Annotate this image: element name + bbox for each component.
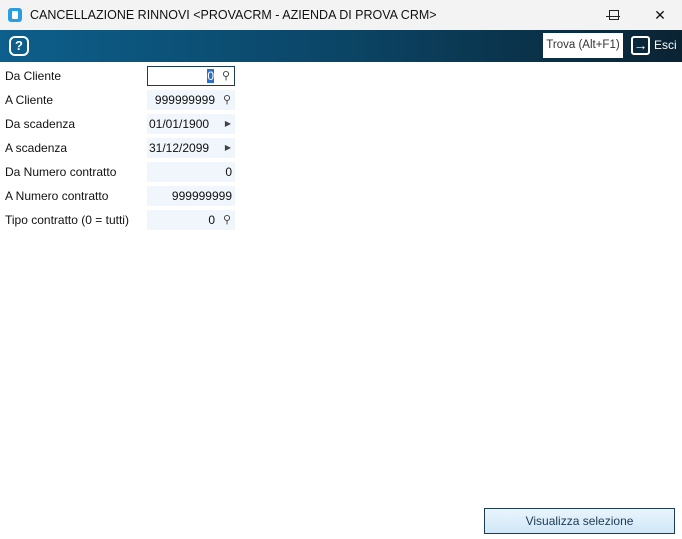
caret-right-icon[interactable]: ▶ <box>225 138 231 158</box>
field-value: 999999999 <box>154 93 215 107</box>
form-row-a-cliente: A Cliente 999999999 ⚲ <box>0 90 240 110</box>
field-value: 01/01/1900 <box>149 117 210 131</box>
caret-right-icon[interactable]: ▶ <box>225 114 231 134</box>
search-icon[interactable]: ⚲ <box>223 90 231 110</box>
field-value: 0 <box>208 213 215 227</box>
app-icon <box>8 8 22 22</box>
field-value: 31/12/2099 <box>149 141 210 155</box>
form-row-tipo-contratto: Tipo contratto (0 = tutti) 0 ⚲ <box>0 210 240 230</box>
a-scadenza-input[interactable]: 31/12/2099 ▶ <box>147 138 235 158</box>
form-row-a-scadenza: A scadenza 31/12/2099 ▶ <box>0 138 240 158</box>
field-label: A Numero contratto <box>5 189 109 203</box>
form-row-da-scadenza: Da scadenza 01/01/1900 ▶ <box>0 114 240 134</box>
tipo-contratto-input[interactable]: 0 ⚲ <box>147 210 235 230</box>
field-value: 999999999 <box>171 189 232 203</box>
field-value: 0 <box>225 165 232 179</box>
exit-button[interactable]: Esci <box>654 38 677 52</box>
form-row-da-cliente: Da Cliente 0 ⚲ <box>0 66 240 86</box>
field-label: Da Cliente <box>5 69 62 83</box>
da-scadenza-input[interactable]: 01/01/1900 ▶ <box>147 114 235 134</box>
close-button[interactable]: ✕ <box>637 0 682 30</box>
form-row-a-numero-contratto: A Numero contratto 999999999 <box>0 186 240 206</box>
field-label: Da scadenza <box>5 117 76 131</box>
toolbar: ? Trova (Alt+F1) → Esci <box>0 30 682 62</box>
find-button[interactable]: Trova (Alt+F1) <box>543 33 623 58</box>
field-label: Tipo contratto (0 = tutti) <box>5 213 129 227</box>
field-label: Da Numero contratto <box>5 165 117 179</box>
field-value: 0 <box>207 69 214 83</box>
exit-icon[interactable]: → <box>631 36 650 55</box>
da-numero-contratto-input[interactable]: 0 <box>147 162 235 182</box>
title-bar: CANCELLAZIONE RINNOVI <PROVACRM - AZIEND… <box>0 0 682 30</box>
show-selection-button[interactable]: Visualizza selezione <box>484 508 675 534</box>
window-title: CANCELLAZIONE RINNOVI <PROVACRM - AZIEND… <box>30 8 437 22</box>
field-label: A scadenza <box>5 141 68 155</box>
form-row-da-numero-contratto: Da Numero contratto 0 <box>0 162 240 182</box>
a-cliente-input[interactable]: 999999999 ⚲ <box>147 90 235 110</box>
da-cliente-input[interactable]: 0 ⚲ <box>147 66 235 86</box>
maximize-button[interactable] <box>591 0 637 30</box>
search-icon[interactable]: ⚲ <box>223 210 231 230</box>
field-label: A Cliente <box>5 93 54 107</box>
a-numero-contratto-input[interactable]: 999999999 <box>147 186 235 206</box>
search-icon[interactable]: ⚲ <box>222 67 230 85</box>
help-icon[interactable]: ? <box>9 36 29 56</box>
